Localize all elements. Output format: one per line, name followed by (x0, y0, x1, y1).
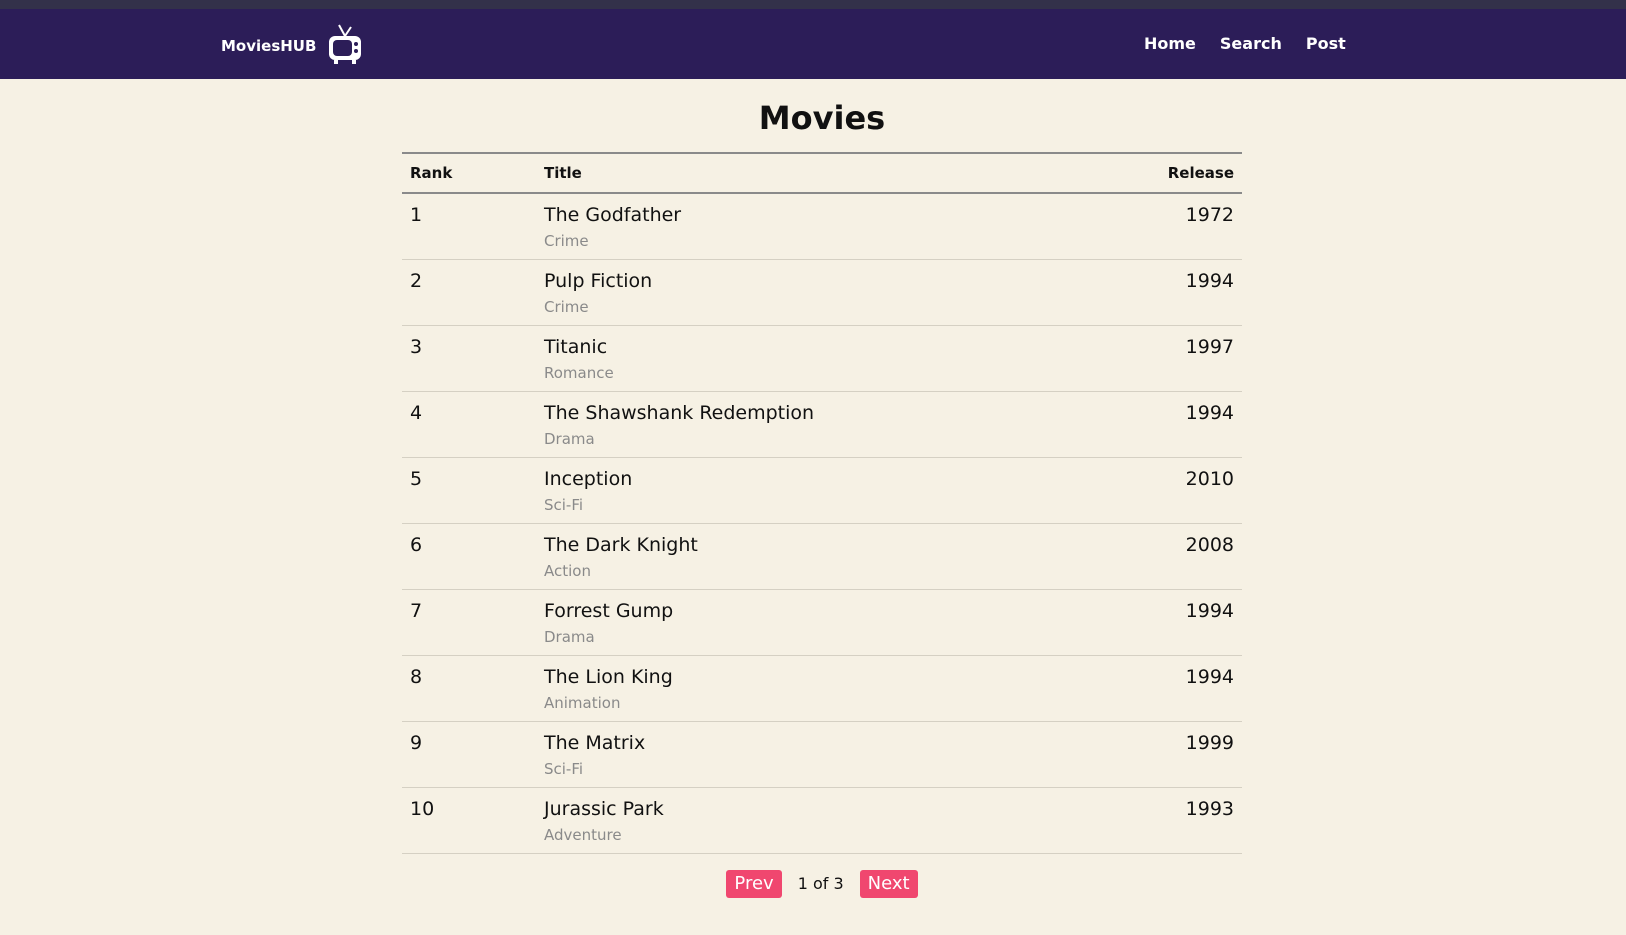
main-content: Movies Rank Title Release 1 The Godfather… (402, 99, 1242, 898)
table-row: 2 Pulp Fiction Crime 1994 (402, 259, 1242, 325)
table-row: 1 The Godfather Crime 1972 (402, 193, 1242, 259)
movie-genre: Crime (544, 232, 589, 250)
movie-title: The Dark Knight (544, 533, 698, 556)
movie-rank: 6 (410, 533, 423, 556)
pagination: Prev 1 of 3 Next (402, 869, 1242, 898)
movie-title-cell: The Matrix Sci-Fi (536, 721, 1084, 787)
column-header-rank: Rank (410, 164, 453, 182)
navbar: MoviesHUB Home Search Post (0, 9, 1626, 79)
column-header-release: Release (1167, 164, 1234, 182)
movie-release: 1997 (1185, 335, 1234, 358)
movie-title: Pulp Fiction (544, 269, 653, 292)
movie-genre: Action (544, 561, 591, 580)
movie-release: 1999 (1185, 731, 1234, 754)
nav-links: Home Search Post (1144, 34, 1346, 53)
movie-release: 2010 (1185, 467, 1234, 490)
movie-release: 1994 (1185, 401, 1234, 424)
movie-rank: 8 (410, 665, 423, 688)
next-button[interactable]: Next (859, 869, 918, 898)
movie-release: 1994 (1185, 269, 1234, 292)
movie-title: The Godfather (544, 204, 682, 226)
movie-genre: Sci-Fi (544, 495, 584, 514)
movie-release: 1972 (1185, 204, 1234, 226)
movie-genre: Crime (544, 297, 589, 316)
column-header-title: Title (544, 164, 582, 182)
movie-title-cell: Pulp Fiction Crime (536, 259, 1084, 325)
table-row: 9 The Matrix Sci-Fi 1999 (402, 721, 1242, 787)
movie-genre: Romance (544, 363, 614, 382)
tv-icon (329, 24, 362, 64)
movie-title: Titanic (544, 335, 608, 358)
movie-release: 2008 (1185, 533, 1234, 556)
movie-title-cell: The Lion King Animation (536, 655, 1084, 721)
movie-genre: Adventure (544, 825, 622, 844)
movie-title-cell: Forrest Gump Drama (536, 589, 1084, 655)
movie-title-cell: Titanic Romance (536, 325, 1084, 391)
page-title: Movies (758, 99, 886, 137)
movie-title: The Shawshank Redemption (544, 401, 815, 424)
movie-genre: Animation (544, 693, 621, 712)
movie-title: Forrest Gump (544, 599, 674, 622)
movie-title-cell: The Dark Knight Action (536, 523, 1084, 589)
table-row: 3 Titanic Romance 1997 (402, 325, 1242, 391)
movie-title: The Lion King (544, 665, 673, 688)
movie-release: 1994 (1185, 665, 1234, 688)
table-row: 8 The Lion King Animation 1994 (402, 655, 1242, 721)
nav-post-link[interactable]: Post (1306, 34, 1346, 53)
brand-name: MoviesHUB (221, 37, 317, 55)
movie-rank: 5 (410, 467, 423, 490)
movie-release: 1994 (1185, 599, 1234, 622)
movie-title-cell: Inception Sci-Fi (536, 457, 1084, 523)
movie-rank: 7 (410, 599, 423, 622)
movie-rank: 10 (410, 797, 435, 820)
movie-genre: Drama (544, 429, 595, 448)
movie-title: The Matrix (544, 731, 646, 754)
movie-rank: 1 (410, 204, 423, 226)
movie-genre: Drama (544, 627, 595, 646)
table-header: Rank Title Release (402, 153, 1242, 193)
movie-title: Inception (544, 467, 633, 490)
prev-button[interactable]: Prev (726, 869, 782, 898)
movie-genre: Sci-Fi (544, 759, 584, 778)
movie-rank: 9 (410, 731, 423, 754)
table-row: 7 Forrest Gump Drama 1994 (402, 589, 1242, 655)
table-body: 1 The Godfather Crime 1972 2 Pulp Fiction Crim… (402, 193, 1242, 853)
movie-title: Jurassic Park (544, 797, 664, 820)
nav-search-link[interactable]: Search (1220, 34, 1282, 53)
movie-rank: 4 (410, 401, 423, 424)
movie-release: 1993 (1185, 797, 1234, 820)
table-row: 6 The Dark Knight Action 2008 (402, 523, 1242, 589)
brand[interactable]: MoviesHUB (221, 23, 364, 65)
movie-title-cell: The Godfather Crime (536, 193, 1084, 259)
top-strip (0, 0, 1626, 9)
table-row: 10 Jurassic Park Adventure 1993 (402, 787, 1242, 853)
movie-rank: 3 (410, 335, 423, 358)
movie-rank: 2 (410, 269, 423, 292)
nav-home-link[interactable]: Home (1144, 34, 1196, 53)
movies-table: Rank Title Release 1 The Godfather Crime 19… (402, 152, 1242, 854)
movie-title-cell: The Shawshank Redemption Drama (536, 391, 1084, 457)
table-row: 5 Inception Sci-Fi 2010 (402, 457, 1242, 523)
page-indicator: 1 of 3 (797, 874, 844, 893)
movie-title-cell: Jurassic Park Adventure (536, 787, 1084, 853)
table-row: 4 The Shawshank Redemption Drama 1994 (402, 391, 1242, 457)
